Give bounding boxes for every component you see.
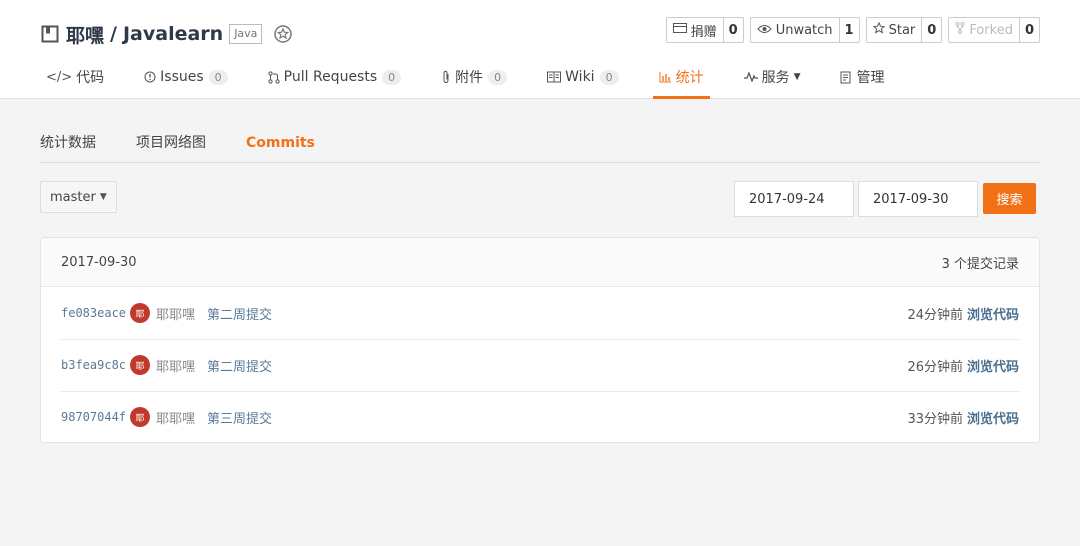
subnav-statistics-data[interactable]: 统计数据 xyxy=(40,124,96,162)
browse-code-link[interactable]: 浏览代码 xyxy=(967,356,1019,375)
code-icon: </> xyxy=(46,69,73,85)
start-date-input[interactable] xyxy=(734,181,854,217)
commit-count-summary: 3 个提交记录 xyxy=(941,256,1019,272)
subnav-commits[interactable]: Commits xyxy=(246,124,315,162)
wiki-count: 0 xyxy=(599,69,619,85)
tab-attachments-label: 附件 xyxy=(455,70,484,86)
commit-sha[interactable]: fe083eace xyxy=(61,306,126,320)
forked-label: Forked xyxy=(969,22,1013,38)
donate-button[interactable]: 捐赠 0 xyxy=(665,17,744,43)
certified-badge-icon xyxy=(272,23,294,45)
branch-selector[interactable]: master ▼ xyxy=(40,181,117,213)
repo-actions: 捐赠 0 Unwatch 1 Star 0 Forked 0 xyxy=(665,17,1040,43)
tab-statistics[interactable]: 统计 xyxy=(652,58,710,99)
donate-label: 捐赠 xyxy=(690,24,717,40)
commit-author[interactable]: 耶耶嘿 xyxy=(156,304,195,323)
commits-panel: 2017-09-30 3 个提交记录 fe083eace 耶 耶耶嘿 第二周提交… xyxy=(40,237,1040,443)
commit-date: 2017-09-30 xyxy=(61,254,137,270)
donate-count[interactable]: 0 xyxy=(722,18,743,42)
attachment-icon xyxy=(441,70,451,84)
avatar[interactable]: 耶 xyxy=(130,407,151,427)
repository-icon xyxy=(40,24,60,44)
tab-manage[interactable]: 管理 xyxy=(834,58,890,96)
commit-time: 24分钟前 xyxy=(907,307,963,323)
tab-code-label: 代码 xyxy=(76,70,105,86)
subnav-network-graph[interactable]: 项目网络图 xyxy=(136,124,206,162)
commit-message[interactable]: 第三周提交 xyxy=(207,408,272,427)
wiki-icon xyxy=(547,71,562,83)
commit-message[interactable]: 第二周提交 xyxy=(207,356,272,375)
avatar[interactable]: 耶 xyxy=(130,355,151,375)
unwatch-button[interactable]: Unwatch 1 xyxy=(749,17,860,43)
browse-code-link[interactable]: 浏览代码 xyxy=(967,304,1019,323)
issues-count: 0 xyxy=(208,69,228,85)
commit-author[interactable]: 耶耶嘿 xyxy=(156,408,195,427)
eye-icon xyxy=(757,23,772,38)
commit-author[interactable]: 耶耶嘿 xyxy=(156,356,195,375)
chart-icon xyxy=(659,71,672,83)
commit-time: 26分钟前 xyxy=(907,359,963,375)
star-label: Star xyxy=(888,22,916,38)
tab-issues[interactable]: Issues 0 xyxy=(138,58,234,96)
tab-issues-label: Issues xyxy=(160,69,204,85)
star-button[interactable]: Star 0 xyxy=(865,17,943,43)
repo-owner[interactable]: 耶嘿 xyxy=(66,21,104,48)
tab-pull-requests-label: Pull Requests xyxy=(283,69,378,85)
tab-wiki-label: Wiki xyxy=(565,69,595,85)
tab-code[interactable]: </> 代码 xyxy=(40,58,110,96)
issue-icon xyxy=(144,71,156,83)
commit-time: 33分钟前 xyxy=(907,411,963,427)
tab-statistics-label: 统计 xyxy=(675,70,704,86)
fork-count[interactable]: 0 xyxy=(1018,18,1039,42)
attachments-count: 0 xyxy=(488,69,508,85)
repo-header: 耶嘿 / Javalearn Java 捐赠 0 Unwatch 1 Star … xyxy=(0,0,1080,99)
repo-tabs: </> 代码 Issues 0 Pull Requests 0 附件 0 Wik… xyxy=(40,58,918,99)
avatar[interactable]: 耶 xyxy=(130,303,151,323)
end-date-input[interactable] xyxy=(858,181,978,217)
unwatch-label: Unwatch xyxy=(775,22,833,38)
commit-row: 98707044f 耶 耶耶嘿 第三周提交 33分钟前 浏览代码 xyxy=(41,391,1039,443)
commit-row: b3fea9c8c 耶 耶耶嘿 第二周提交 26分钟前 浏览代码 xyxy=(41,339,1039,391)
commits-panel-header: 2017-09-30 3 个提交记录 xyxy=(41,238,1039,287)
commit-row: fe083eace 耶 耶耶嘿 第二周提交 24分钟前 浏览代码 xyxy=(41,287,1039,339)
tab-wiki[interactable]: Wiki 0 xyxy=(541,58,624,96)
pull-request-icon xyxy=(268,70,280,84)
forked-button[interactable]: Forked 0 xyxy=(948,17,1040,43)
donate-icon xyxy=(672,22,687,38)
repo-name[interactable]: Javalearn xyxy=(123,23,223,45)
statistics-subnav: 统计数据 项目网络图 Commits xyxy=(40,124,1040,163)
chevron-down-icon: ▼ xyxy=(99,192,107,202)
tab-pull-requests[interactable]: Pull Requests 0 xyxy=(262,58,407,96)
watch-count[interactable]: 1 xyxy=(838,18,859,42)
pulse-icon xyxy=(743,72,758,82)
language-badge: Java xyxy=(229,24,263,44)
browse-code-link[interactable]: 浏览代码 xyxy=(967,408,1019,427)
tab-manage-label: 管理 xyxy=(856,70,885,86)
tab-services-label: 服务 xyxy=(761,70,790,86)
commit-sha[interactable]: 98707044f xyxy=(61,410,126,424)
fork-icon xyxy=(955,22,965,38)
manage-icon xyxy=(840,71,852,84)
commit-sha[interactable]: b3fea9c8c xyxy=(61,358,126,372)
repo-title: 耶嘿 / Javalearn Java xyxy=(40,20,294,48)
pull-requests-count: 0 xyxy=(382,69,402,85)
star-icon xyxy=(872,21,886,38)
star-count[interactable]: 0 xyxy=(921,18,941,42)
search-button[interactable]: 搜索 xyxy=(983,183,1036,214)
commit-message[interactable]: 第二周提交 xyxy=(207,304,272,323)
repo-separator: / xyxy=(110,23,117,45)
branch-name: master xyxy=(50,189,96,205)
tab-services[interactable]: 服务 ▼ xyxy=(738,58,807,96)
tab-attachments[interactable]: 附件 0 xyxy=(435,58,513,96)
chevron-down-icon: ▼ xyxy=(793,72,801,82)
